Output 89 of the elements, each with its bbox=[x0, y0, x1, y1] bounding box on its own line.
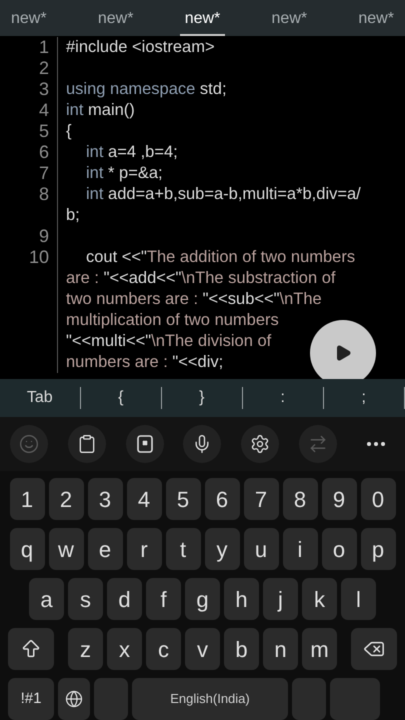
keyboard-key[interactable]: p bbox=[360, 528, 396, 570]
keyboard-key[interactable]: c bbox=[146, 628, 181, 670]
code-text: int main() bbox=[66, 101, 135, 119]
code-text: numbers are : "<<div; bbox=[66, 353, 224, 371]
code-text: are : "<<add<<"\nThe substraction of bbox=[66, 269, 336, 287]
keyboard-key[interactable]: r bbox=[126, 528, 162, 570]
extra-key[interactable]: : bbox=[243, 386, 322, 410]
line-number: 7 bbox=[38, 163, 49, 183]
file-tab[interactable]: new* bbox=[180, 4, 226, 36]
keyboard-key[interactable]: b bbox=[224, 628, 259, 670]
code-text: int * p=&a; bbox=[86, 164, 163, 182]
globe-icon bbox=[65, 690, 83, 708]
keypad-icon bbox=[134, 434, 155, 454]
keyboard-key[interactable]: 5 bbox=[166, 478, 200, 520]
line-number: 5 bbox=[38, 121, 49, 141]
code-text: b; bbox=[66, 206, 80, 224]
keyboard-key[interactable]: n bbox=[263, 628, 298, 670]
code-text: two numbers are : "<<sub<<"\nThe bbox=[66, 290, 322, 308]
shift-icon bbox=[20, 638, 42, 660]
keyboard-key[interactable]: y bbox=[204, 528, 240, 570]
keyboard-key[interactable]: 2 bbox=[48, 478, 84, 520]
more-icon bbox=[366, 442, 385, 446]
keyboard-key[interactable]: a bbox=[29, 578, 64, 620]
keyboard-key[interactable]: u bbox=[244, 528, 278, 570]
keyboard-key[interactable]: d bbox=[107, 578, 142, 620]
extra-key[interactable]: { bbox=[81, 386, 160, 410]
file-tab[interactable]: new* bbox=[6, 4, 52, 36]
settings-icon bbox=[250, 434, 270, 454]
file-tab[interactable]: new* bbox=[353, 4, 399, 36]
keyboard-key[interactable]: 3 bbox=[88, 478, 122, 520]
code-text: using namespace std; bbox=[66, 80, 227, 98]
symbols-key[interactable]: !#1 bbox=[8, 678, 54, 720]
keyboard-key[interactable]: j bbox=[263, 578, 298, 620]
line-number: 8 bbox=[38, 184, 49, 204]
keyboard-key[interactable]: 0 bbox=[360, 478, 396, 520]
backspace-key[interactable] bbox=[351, 628, 397, 670]
keyboard-key[interactable]: x bbox=[107, 628, 142, 670]
space-key[interactable]: English(India) bbox=[132, 678, 288, 720]
shift-key[interactable] bbox=[8, 628, 54, 670]
line-number: 3 bbox=[38, 79, 49, 99]
keyboard-key[interactable]: 4 bbox=[126, 478, 162, 520]
play-icon bbox=[334, 344, 352, 362]
smiley-icon bbox=[19, 434, 39, 454]
toolbar-button[interactable] bbox=[183, 425, 222, 463]
extra-key[interactable]: Tab bbox=[0, 386, 80, 410]
language-key[interactable] bbox=[58, 678, 90, 720]
keyboard-key[interactable]: e bbox=[88, 528, 122, 570]
keyboard-key[interactable]: w bbox=[48, 528, 84, 570]
keyboard-key[interactable]: i bbox=[282, 528, 318, 570]
code-text: int a=4 ,b=4; bbox=[86, 143, 178, 161]
keyboard-key[interactable]: s bbox=[68, 578, 103, 620]
code-text: "<<multi<<"\nThe division of bbox=[66, 332, 272, 350]
keyboard-key[interactable]: h bbox=[224, 578, 259, 620]
toolbar-button[interactable] bbox=[126, 425, 164, 463]
keyboard-key[interactable]: 7 bbox=[244, 478, 278, 520]
keyboard-key[interactable]: 9 bbox=[322, 478, 356, 520]
line-number: 1 bbox=[38, 37, 49, 57]
swap-icon bbox=[308, 434, 328, 454]
line-number: 10 bbox=[28, 247, 49, 267]
keyboard-key[interactable]: m bbox=[302, 628, 337, 670]
file-tab[interactable]: new* bbox=[266, 4, 312, 36]
line-number: 4 bbox=[38, 100, 49, 120]
code-text: #include <iostream> bbox=[66, 38, 215, 56]
line-number: 9 bbox=[38, 226, 49, 246]
keyboard-key[interactable]: g bbox=[185, 578, 220, 620]
keyboard-key[interactable]: f bbox=[146, 578, 181, 620]
keyboard-key[interactable]: v bbox=[185, 628, 220, 670]
file-tab[interactable]: new* bbox=[92, 4, 138, 36]
clipboard-icon bbox=[76, 434, 97, 454]
keyboard-key[interactable]: 1 bbox=[10, 478, 44, 520]
keyboard-key[interactable]: 8 bbox=[282, 478, 318, 520]
keyboard-key[interactable]: 6 bbox=[204, 478, 240, 520]
code-text: int add=a+b,sub=a-b,multi=a*b,div=a/ bbox=[86, 185, 361, 203]
code-text: cout <<"The addition of two numbers bbox=[86, 248, 356, 266]
extra-key[interactable]: } bbox=[162, 386, 242, 410]
keyboard-key[interactable]: k bbox=[302, 578, 337, 620]
code-text: multiplication of two numbers bbox=[66, 311, 279, 329]
keyboard-key[interactable]: t bbox=[166, 528, 200, 570]
keyboard-key[interactable]: q bbox=[10, 528, 44, 570]
keyboard-key[interactable]: l bbox=[341, 578, 376, 620]
play-button[interactable] bbox=[310, 320, 376, 379]
toolbar-button[interactable] bbox=[68, 425, 106, 463]
toolbar-button[interactable] bbox=[241, 425, 280, 463]
line-number: 2 bbox=[38, 58, 49, 78]
keyboard-key[interactable]: z bbox=[68, 628, 103, 670]
keyboard-key[interactable]: o bbox=[322, 528, 356, 570]
extra-key[interactable]: ; bbox=[324, 386, 404, 410]
line-number: 6 bbox=[38, 142, 49, 162]
code-text: { bbox=[66, 122, 72, 140]
